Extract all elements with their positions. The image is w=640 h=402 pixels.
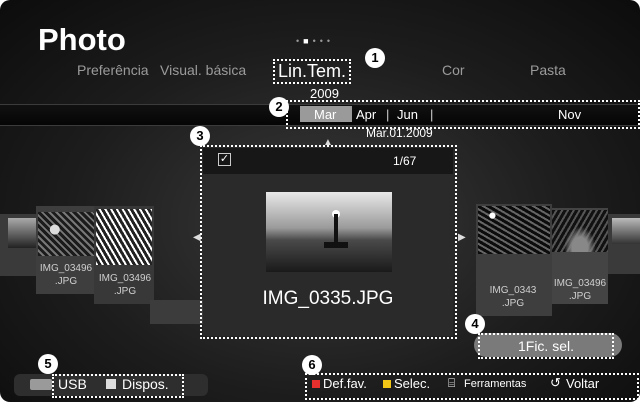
tab-lin-tem[interactable]: Lin.Tem.	[273, 59, 352, 84]
month-nov[interactable]: Nov	[558, 107, 581, 122]
arrow-right-icon[interactable]: ▶	[458, 232, 466, 243]
yellow-key-icon	[383, 380, 391, 388]
month-apr[interactable]: Apr	[356, 107, 376, 122]
hint-back[interactable]: Voltar	[566, 376, 599, 391]
month-jun[interactable]: Jun	[397, 107, 418, 122]
thumbnail-image[interactable]	[96, 209, 152, 265]
thumbnail-label: IMG_03496 .JPG	[39, 263, 93, 287]
month-divider: |	[386, 107, 390, 122]
thumbnail-image[interactable]	[612, 218, 640, 244]
thumbnail-image[interactable]	[8, 218, 38, 248]
tab-preferencia[interactable]: Preferência	[77, 62, 149, 78]
current-date: Mar.01.2009	[366, 126, 433, 140]
main-photo-panel[interactable]: ✓ 1/67 IMG_0335.JPG	[203, 148, 453, 336]
callout-4: 4	[465, 314, 485, 334]
tab-cor[interactable]: Cor	[442, 62, 465, 78]
callout-1: 1	[365, 48, 385, 68]
hint-select[interactable]: Selec.	[394, 376, 430, 391]
month-mar[interactable]: Mar	[314, 107, 336, 122]
callout-2: 2	[269, 97, 289, 117]
red-key-icon	[312, 380, 320, 388]
panel-header: ✓ 1/67	[203, 148, 453, 174]
tools-icon: ⌸	[448, 376, 456, 390]
device-icon	[106, 379, 116, 389]
photo-counter: 1/67	[393, 154, 417, 168]
thumbnail-tile	[150, 300, 204, 324]
thumbnail-label: IMG_0343 .JPG	[489, 285, 537, 309]
return-icon: ↺	[550, 375, 561, 390]
usb-label[interactable]: USB	[58, 376, 87, 392]
main-photo	[266, 192, 392, 272]
selected-files-label: 1Fic. sel.	[478, 333, 614, 359]
thumbnail-image[interactable]	[38, 212, 94, 256]
hint-tools[interactable]: Ferramentas	[464, 378, 526, 390]
callout-5: 5	[38, 354, 58, 374]
tv-screen: Photo •■••• Preferência Visual. básica L…	[0, 0, 640, 402]
thumbnail-image[interactable]	[552, 210, 608, 252]
device-label[interactable]: Dispos.	[122, 376, 169, 392]
view-tabs: Preferência Visual. básica Lin.Tem. Cor …	[0, 59, 640, 84]
thumbnail-label: IMG_03496 .JPG	[98, 273, 152, 297]
timeline-year: 2009	[310, 86, 339, 101]
photo-filename: IMG_0335.JPG	[262, 288, 394, 309]
month-divider: |	[430, 107, 434, 122]
callout-3: 3	[190, 126, 210, 146]
tab-pasta[interactable]: Pasta	[530, 62, 566, 78]
usb-icon	[30, 379, 52, 390]
thumbnail-image[interactable]	[478, 206, 550, 254]
callout-6: 6	[302, 355, 322, 375]
hint-fav[interactable]: Def.fav.	[323, 376, 367, 391]
checkbox-icon[interactable]: ✓	[218, 153, 231, 166]
tab-visual-basica[interactable]: Visual. básica	[160, 62, 246, 78]
page-indicator: •■•••	[296, 36, 335, 46]
page-title: Photo	[38, 22, 126, 57]
thumbnail-label: IMG_03496 .JPG	[553, 278, 607, 302]
